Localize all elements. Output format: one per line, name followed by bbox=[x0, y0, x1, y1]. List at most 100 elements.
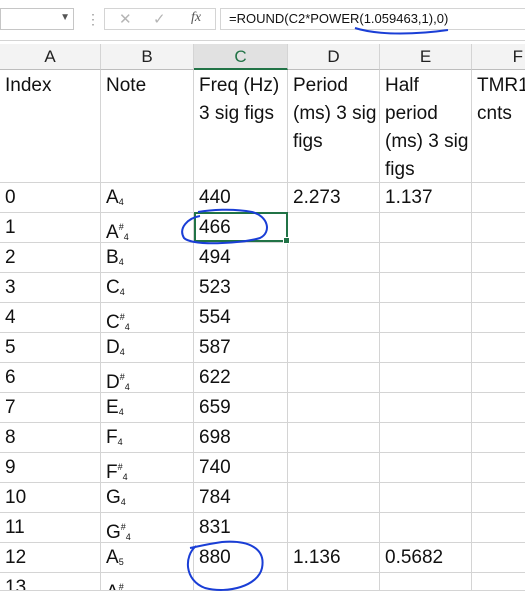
table-cell[interactable]: 10 bbox=[0, 483, 101, 513]
table-cell[interactable] bbox=[288, 393, 380, 423]
table-cell[interactable]: 0.5682 bbox=[380, 543, 472, 573]
table-cell[interactable] bbox=[472, 483, 525, 513]
table-cell[interactable]: 13 bbox=[0, 573, 101, 591]
table-cell[interactable]: 831 bbox=[194, 513, 288, 543]
table-cell[interactable] bbox=[194, 573, 288, 591]
note-cell[interactable]: C#4 bbox=[101, 303, 194, 333]
table-cell[interactable] bbox=[380, 213, 472, 243]
table-cell[interactable] bbox=[472, 333, 525, 363]
table-cell[interactable]: 1.137 bbox=[380, 183, 472, 213]
table-cell[interactable]: 554 bbox=[194, 303, 288, 333]
table-cell[interactable] bbox=[380, 453, 472, 483]
table-cell[interactable] bbox=[472, 273, 525, 303]
note-cell[interactable]: A5 bbox=[101, 543, 194, 573]
header-cell-a[interactable]: Index bbox=[0, 70, 101, 183]
table-cell[interactable] bbox=[472, 363, 525, 393]
note-cell[interactable]: A#4 bbox=[101, 213, 194, 243]
note-cell[interactable]: A# bbox=[101, 573, 194, 591]
table-cell[interactable]: 8 bbox=[0, 423, 101, 453]
note-cell[interactable]: G#4 bbox=[101, 513, 194, 543]
header-cell-e[interactable]: Half period (ms) 3 sig figs bbox=[380, 70, 472, 183]
table-cell[interactable]: 523 bbox=[194, 273, 288, 303]
table-cell[interactable] bbox=[288, 363, 380, 393]
table-cell[interactable]: 698 bbox=[194, 423, 288, 453]
name-box[interactable]: ▼ bbox=[0, 8, 74, 30]
table-cell[interactable]: 0 bbox=[0, 183, 101, 213]
table-cell[interactable] bbox=[380, 573, 472, 591]
note-cell[interactable]: C4 bbox=[101, 273, 194, 303]
note-cell[interactable]: F4 bbox=[101, 423, 194, 453]
table-cell[interactable]: 12 bbox=[0, 543, 101, 573]
table-cell[interactable] bbox=[380, 273, 472, 303]
table-cell[interactable] bbox=[472, 303, 525, 333]
table-cell[interactable] bbox=[380, 333, 472, 363]
table-cell[interactable]: 7 bbox=[0, 393, 101, 423]
table-cell[interactable] bbox=[380, 243, 472, 273]
table-cell[interactable] bbox=[472, 423, 525, 453]
table-cell[interactable] bbox=[288, 303, 380, 333]
formula-input[interactable]: =ROUND(C2*POWER(1.059463,1),0) bbox=[220, 8, 525, 30]
header-cell-d[interactable]: Period (ms) 3 sig figs bbox=[288, 70, 380, 183]
table-cell[interactable]: 494 bbox=[194, 243, 288, 273]
table-cell[interactable] bbox=[472, 543, 525, 573]
table-cell[interactable]: 3 bbox=[0, 273, 101, 303]
note-cell[interactable]: E4 bbox=[101, 393, 194, 423]
table-cell[interactable] bbox=[472, 243, 525, 273]
table-cell[interactable] bbox=[472, 183, 525, 213]
table-cell[interactable] bbox=[472, 573, 525, 591]
table-cell[interactable] bbox=[288, 453, 380, 483]
table-cell[interactable] bbox=[288, 423, 380, 453]
table-cell[interactable] bbox=[380, 363, 472, 393]
table-cell[interactable] bbox=[380, 303, 472, 333]
header-cell-f[interactable]: TMR1 cnts bbox=[472, 70, 525, 183]
table-cell[interactable]: 659 bbox=[194, 393, 288, 423]
table-cell[interactable]: 1 bbox=[0, 213, 101, 243]
table-cell[interactable]: 587 bbox=[194, 333, 288, 363]
note-cell[interactable]: A4 bbox=[101, 183, 194, 213]
column-header-c[interactable]: C bbox=[194, 44, 288, 70]
column-header-f[interactable]: F bbox=[472, 44, 525, 70]
note-cell[interactable]: F#4 bbox=[101, 453, 194, 483]
table-cell[interactable]: 11 bbox=[0, 513, 101, 543]
table-cell[interactable]: 4 bbox=[0, 303, 101, 333]
table-cell[interactable] bbox=[288, 513, 380, 543]
enter-icon[interactable]: ✓ bbox=[153, 10, 166, 28]
table-cell[interactable]: 784 bbox=[194, 483, 288, 513]
chevron-down-icon[interactable]: ▼ bbox=[60, 12, 70, 23]
table-cell[interactable]: 880 bbox=[194, 543, 288, 573]
table-cell[interactable] bbox=[380, 483, 472, 513]
table-cell[interactable] bbox=[288, 213, 380, 243]
table-cell[interactable] bbox=[380, 513, 472, 543]
note-cell[interactable]: D#4 bbox=[101, 363, 194, 393]
cancel-icon[interactable]: ✕ bbox=[119, 10, 132, 28]
table-cell[interactable] bbox=[288, 483, 380, 513]
table-cell[interactable] bbox=[380, 423, 472, 453]
table-cell[interactable] bbox=[288, 333, 380, 363]
note-cell[interactable]: G4 bbox=[101, 483, 194, 513]
table-cell[interactable]: 9 bbox=[0, 453, 101, 483]
table-cell[interactable] bbox=[472, 513, 525, 543]
note-cell[interactable]: B4 bbox=[101, 243, 194, 273]
note-cell[interactable]: D4 bbox=[101, 333, 194, 363]
table-cell[interactable]: 622 bbox=[194, 363, 288, 393]
table-cell[interactable]: 466 bbox=[194, 213, 288, 243]
table-cell[interactable]: 2.273 bbox=[288, 183, 380, 213]
column-header-a[interactable]: A bbox=[0, 44, 101, 70]
table-cell[interactable]: 440 bbox=[194, 183, 288, 213]
table-cell[interactable] bbox=[288, 273, 380, 303]
table-cell[interactable]: 5 bbox=[0, 333, 101, 363]
header-cell-c[interactable]: Freq (Hz) 3 sig figs bbox=[194, 70, 288, 183]
column-header-b[interactable]: B bbox=[101, 44, 194, 70]
column-header-e[interactable]: E bbox=[380, 44, 472, 70]
table-cell[interactable] bbox=[288, 243, 380, 273]
table-cell[interactable] bbox=[472, 453, 525, 483]
table-cell[interactable] bbox=[288, 573, 380, 591]
table-cell[interactable] bbox=[472, 393, 525, 423]
table-cell[interactable]: 740 bbox=[194, 453, 288, 483]
table-cell[interactable]: 6 bbox=[0, 363, 101, 393]
insert-function-icon[interactable]: fx bbox=[191, 10, 201, 26]
column-header-d[interactable]: D bbox=[288, 44, 380, 70]
header-cell-b[interactable]: Note bbox=[101, 70, 194, 183]
table-cell[interactable]: 1.136 bbox=[288, 543, 380, 573]
table-cell[interactable]: 2 bbox=[0, 243, 101, 273]
